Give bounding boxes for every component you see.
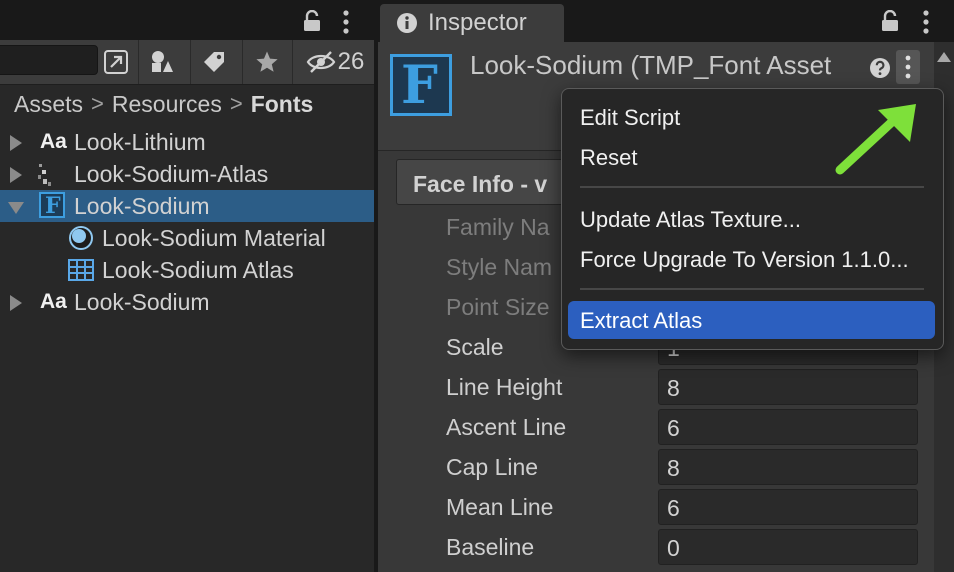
tree-row-selected[interactable]: F Look-Sodium <box>0 190 374 222</box>
texture-icon <box>36 162 56 188</box>
font-asset-icon: F <box>390 54 452 116</box>
more-options-icon[interactable] <box>920 10 932 34</box>
breadcrumb-item[interactable]: Fonts <box>251 91 314 118</box>
menu-separator <box>580 186 924 188</box>
tab-inspector[interactable]: Inspector <box>380 4 564 42</box>
eye-slash-icon <box>306 50 336 74</box>
filter-by-type-button[interactable] <box>142 40 182 84</box>
more-options-icon[interactable] <box>340 10 352 34</box>
breadcrumb-item[interactable]: Assets <box>14 91 83 118</box>
shapes-icon <box>149 49 175 75</box>
tree-item-label: Look-Sodium Atlas <box>102 257 294 283</box>
chevron-right-icon: > <box>91 91 104 116</box>
material-icon <box>68 225 94 251</box>
property-label: Family Na <box>446 214 550 240</box>
tree-item-label: Look-Lithium <box>74 129 206 155</box>
menu-item-force-upgrade[interactable]: Force Upgrade To Version 1.1.0... <box>580 247 909 273</box>
atlas-grid-icon <box>68 259 94 281</box>
menu-item-label: Extract Atlas <box>580 308 703 333</box>
menu-separator <box>580 288 924 290</box>
type-filter-icon <box>103 49 129 75</box>
hidden-count: 26 <box>337 48 365 75</box>
menu-item-extract-atlas[interactable]: Extract Atlas <box>568 301 935 339</box>
tree-item-label: Look-Sodium-Atlas <box>74 161 269 187</box>
tag-icon <box>202 50 226 74</box>
menu-item-edit-script[interactable]: Edit Script <box>580 105 680 131</box>
asset-title: Look-Sodium (TMP_Font Asset <box>470 50 832 80</box>
tab-label: Inspector <box>428 9 527 36</box>
breadcrumb-item[interactable]: Resources <box>112 91 222 118</box>
lock-icon[interactable] <box>302 10 322 32</box>
cap-line-field[interactable]: 8 <box>658 449 918 485</box>
help-icon[interactable] <box>869 57 891 79</box>
tree-row[interactable]: Aa Look-Lithium <box>0 126 374 158</box>
mean-line-field[interactable]: 6 <box>658 489 918 525</box>
property-label: Scale <box>446 334 504 360</box>
property-label: Style Nam <box>446 254 553 280</box>
expand-arrow-icon[interactable] <box>10 295 22 311</box>
baseline-field[interactable]: 0 <box>658 529 918 565</box>
component-menu-button[interactable] <box>896 50 920 84</box>
font-aa-icon: Aa <box>40 290 67 313</box>
font-asset-icon: F <box>39 192 65 219</box>
star-icon <box>255 50 279 74</box>
property-label: Mean Line <box>446 494 554 520</box>
menu-item-update-atlas-texture[interactable]: Update Atlas Texture... <box>580 207 801 233</box>
expand-arrow-icon[interactable] <box>10 167 22 183</box>
project-tab-bar <box>0 0 374 40</box>
ascent-line-field[interactable]: 6 <box>658 409 918 445</box>
expand-arrow-icon[interactable] <box>10 135 22 151</box>
annotation-arrow-icon <box>830 100 926 176</box>
section-title: Face Info - v <box>413 171 548 197</box>
lock-icon[interactable] <box>880 10 900 32</box>
hidden-packages-toggle[interactable]: 26 <box>300 40 370 84</box>
menu-item-reset[interactable]: Reset <box>580 145 637 171</box>
tree-row[interactable]: Aa Look-Sodium <box>0 286 374 318</box>
line-height-field[interactable]: 8 <box>658 369 918 405</box>
project-toolbar: 26 <box>0 40 374 85</box>
tree-row[interactable]: Look-Sodium Atlas <box>0 254 374 286</box>
property-label: Line Height <box>446 374 563 400</box>
search-by-type-button[interactable] <box>98 40 134 84</box>
inspector-tab-bar: Inspector <box>378 0 954 42</box>
favorites-button[interactable] <box>246 40 288 84</box>
property-label: Baseline <box>446 534 535 560</box>
property-label: Ascent Line <box>446 414 567 440</box>
property-label: Cap Line <box>446 454 539 480</box>
tree-row[interactable]: Look-Sodium Material <box>0 222 374 254</box>
chevron-right-icon: > <box>229 91 243 116</box>
filter-by-label-button[interactable] <box>194 40 234 84</box>
breadcrumb: Assets > Resources > Fonts <box>14 86 313 122</box>
collapse-arrow-icon[interactable] <box>8 202 24 214</box>
tree-item-label: Look-Sodium <box>74 193 210 219</box>
tree-item-label: Look-Sodium <box>74 289 210 315</box>
font-aa-icon: Aa <box>40 130 67 153</box>
property-label: Point Size <box>446 294 550 320</box>
project-panel: 26 Assets > Resources > Fonts Aa Look-Li… <box>0 0 374 572</box>
search-input[interactable] <box>0 45 98 75</box>
tree-item-label: Look-Sodium Material <box>102 225 326 251</box>
tree-row[interactable]: Look-Sodium-Atlas <box>0 158 374 190</box>
info-icon <box>396 12 418 34</box>
scroll-up-arrow-icon[interactable] <box>937 52 951 62</box>
